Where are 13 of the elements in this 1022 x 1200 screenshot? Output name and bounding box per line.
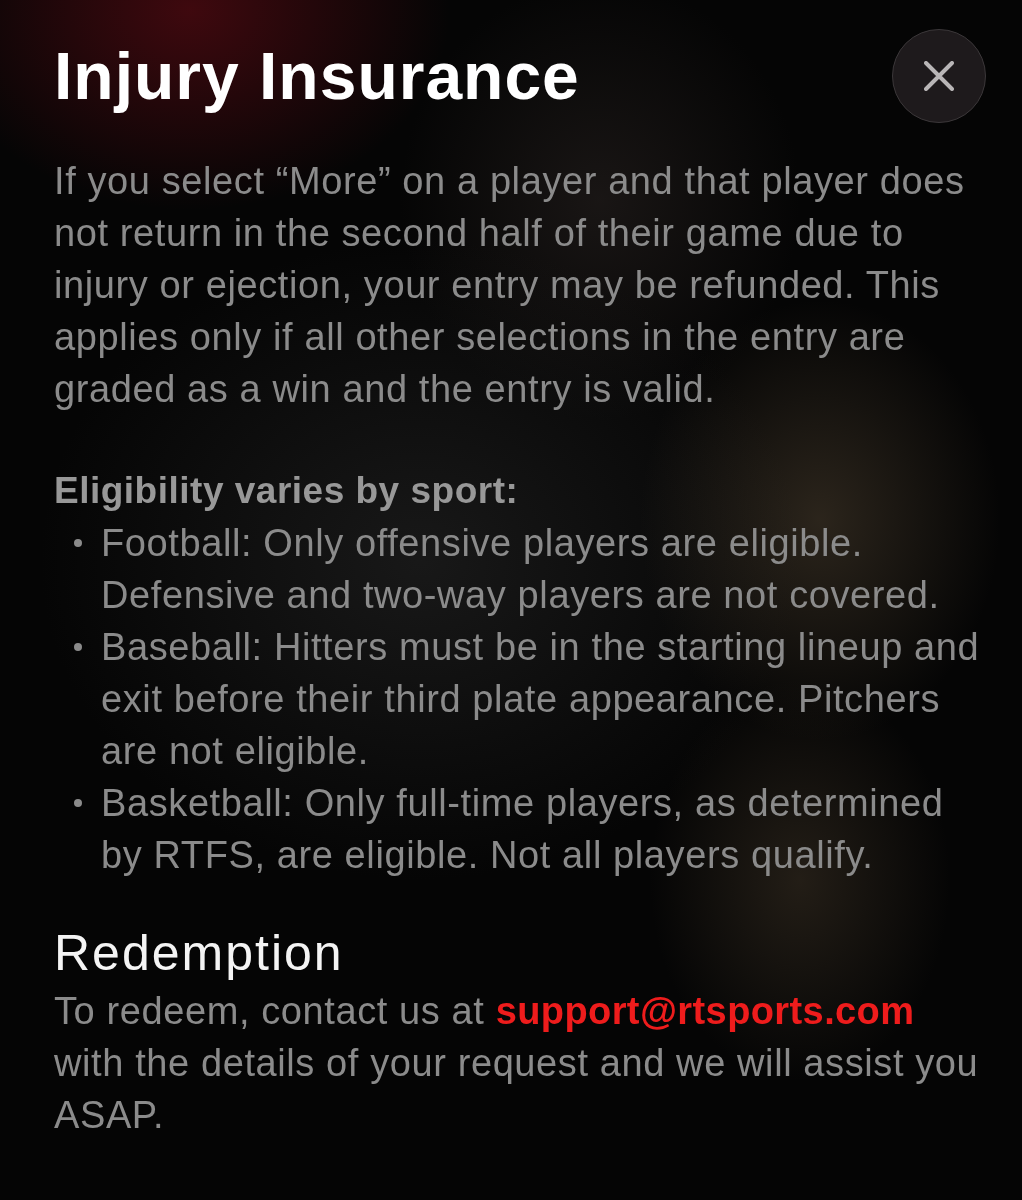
close-icon [924, 61, 954, 91]
bullet-icon [74, 643, 82, 651]
eligibility-heading: Eligibility varies by sport: [54, 469, 520, 513]
eligibility-item: Football: Only offensive players are eligible. Defensive and two-way players are not covered. [101, 521, 941, 618]
eligibility-item: Baseball: Hitters must be in the starting lineup and exit before their third plate appearance. Pitchers are not eligible. [101, 625, 981, 774]
redemption-paragraph: To redeem, contact us at support@rtsports.com with the details of your request and we will assist you ASAP. [54, 989, 980, 1138]
eligibility-item: Basketball: Only full-time players, as determined by RTFS, are eligible. Not all players qualify. [101, 781, 945, 878]
sheet-title: Injury Insurance [54, 38, 580, 115]
redemption-heading: Redemption [54, 925, 345, 981]
bullet-icon [74, 539, 82, 547]
email-link[interactable]: support@rtsports.com [495, 990, 915, 1032]
bullet-icon [74, 799, 82, 807]
intro-paragraph: If you select “More” on a player and that player does not return in the second half of their game due to injury or ejection, your entry may be refunded. This applies only if all other selections in the entry are graded as a win and the entry is valid. [54, 159, 966, 412]
